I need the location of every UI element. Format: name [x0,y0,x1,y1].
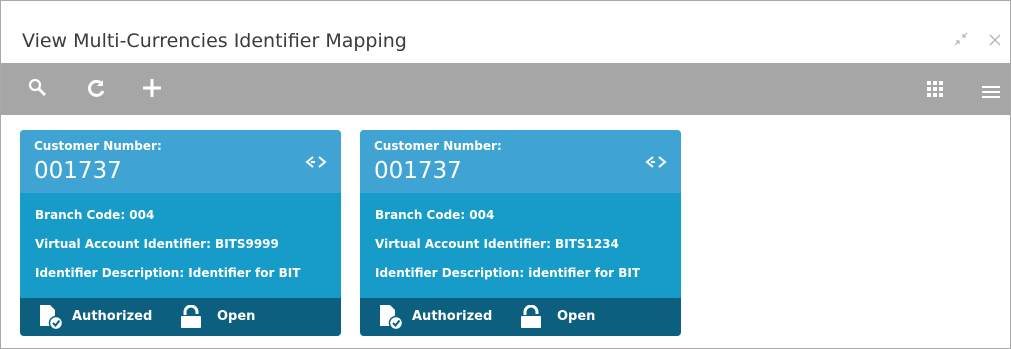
customer-number-label: Customer Number: [374,139,502,153]
mapping-card[interactable]: Customer Number: 001737 Branch Code: 004… [360,130,681,336]
card-footer: Authorized Open [20,298,341,336]
identifier-description: Identifier Description: Identifier for B… [35,266,301,280]
add-icon[interactable] [141,77,163,103]
customer-number-value: 001737 [34,158,122,184]
card-header: Customer Number: 001737 [20,130,341,193]
virtual-account-identifier: Virtual Account Identifier: BITS9999 [35,237,279,251]
branch-code: Branch Code: 004 [375,208,495,222]
mapping-card[interactable]: Customer Number: 001737 Branch Code: 004… [20,130,341,336]
branch-code: Branch Code: 004 [35,208,155,222]
customer-number-value: 001737 [374,158,462,184]
title-bar: View Multi-Currencies Identifier Mapping [1,1,1010,63]
search-icon[interactable] [28,78,48,102]
record-status: Open [217,309,256,324]
unlock-icon [520,304,542,333]
link-icon[interactable] [645,154,667,173]
toolbar [1,63,1010,115]
grid-view-icon[interactable] [927,81,943,101]
close-icon[interactable] [989,31,1001,51]
unlock-icon [180,304,202,333]
refresh-icon[interactable] [87,78,107,102]
card-body: Branch Code: 004 Virtual Account Identif… [20,193,341,299]
list-view-icon[interactable] [982,83,1000,102]
card-footer: Authorized Open [360,298,681,336]
authorization-status: Authorized [72,309,153,324]
minimize-icon[interactable] [954,31,968,51]
window-title: View Multi-Currencies Identifier Mapping [22,30,407,52]
authorized-icon [378,304,404,334]
virtual-account-identifier: Virtual Account Identifier: BITS1234 [375,237,619,251]
card-header: Customer Number: 001737 [360,130,681,193]
record-status: Open [557,309,596,324]
customer-number-label: Customer Number: [34,139,162,153]
link-icon[interactable] [305,154,327,173]
identifier-description: Identifier Description: identifier for B… [375,266,641,280]
authorization-status: Authorized [412,309,493,324]
authorized-icon [38,304,64,334]
card-body: Branch Code: 004 Virtual Account Identif… [360,193,681,299]
view-mapping-window: View Multi-Currencies Identifier Mapping [0,0,1011,349]
